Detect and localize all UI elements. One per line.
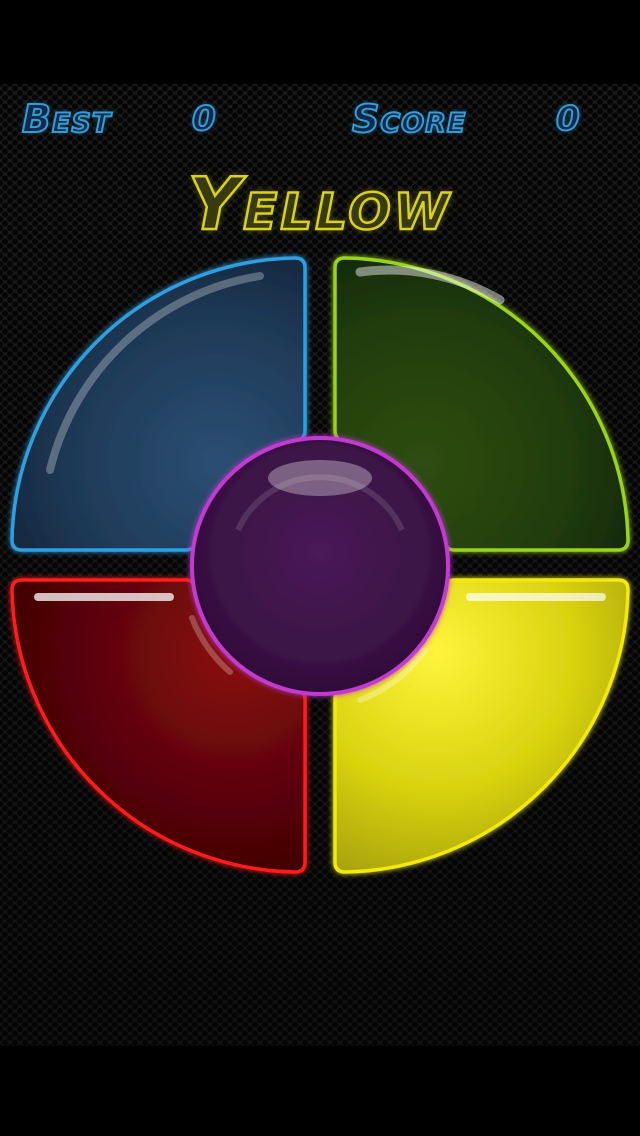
simon-pad-board xyxy=(10,256,630,874)
center-button[interactable] xyxy=(190,436,450,696)
